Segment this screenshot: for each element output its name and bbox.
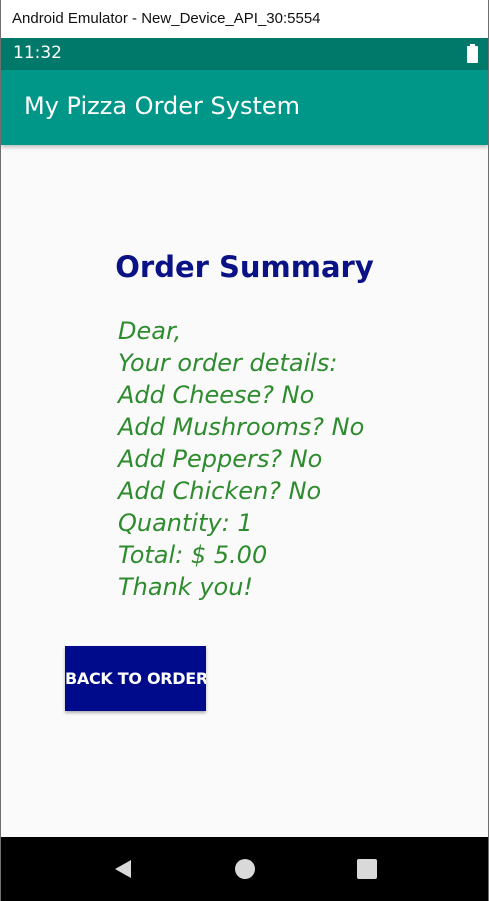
home-circle-icon[interactable] [233,857,257,881]
back-triangle-icon[interactable] [111,857,135,881]
status-time: 11:32 [13,43,62,63]
back-to-order-button[interactable]: BACK TO ORDER [65,646,206,711]
window-title: Android Emulator - New_Device_API_30:555… [12,10,321,27]
window-titlebar[interactable]: Android Emulator - New_Device_API_30:555… [1,0,488,38]
summary-thanks: Thank you! [118,573,254,601]
summary-heading: Order Summary [1,250,488,284]
order-summary-screen: Order Summary Dear, Your order details: … [1,145,488,837]
summary-peppers: Add Peppers? No [118,445,323,473]
app-title: My Pizza Order System [24,92,301,120]
recents-square-icon[interactable] [355,857,379,881]
battery-full-icon [467,44,478,63]
emulator-window: Android Emulator - New_Device_API_30:555… [0,0,489,901]
summary-mushrooms: Add Mushrooms? No [118,413,365,441]
summary-cheese: Add Cheese? No [118,381,315,409]
summary-total: Total: $ 5.00 [118,541,268,569]
summary-details-label: Your order details: [118,349,338,377]
action-bar: My Pizza Order System [1,70,488,145]
navigation-bar [1,837,488,901]
summary-heading-text: Order Summary [115,250,374,284]
summary-quantity: Quantity: 1 [118,509,253,537]
summary-chicken: Add Chicken? No [118,477,322,505]
summary-details: Dear, Your order details: Add Cheese? No… [118,315,364,603]
summary-greeting: Dear, [118,317,182,345]
status-bar: 11:32 [1,38,488,70]
